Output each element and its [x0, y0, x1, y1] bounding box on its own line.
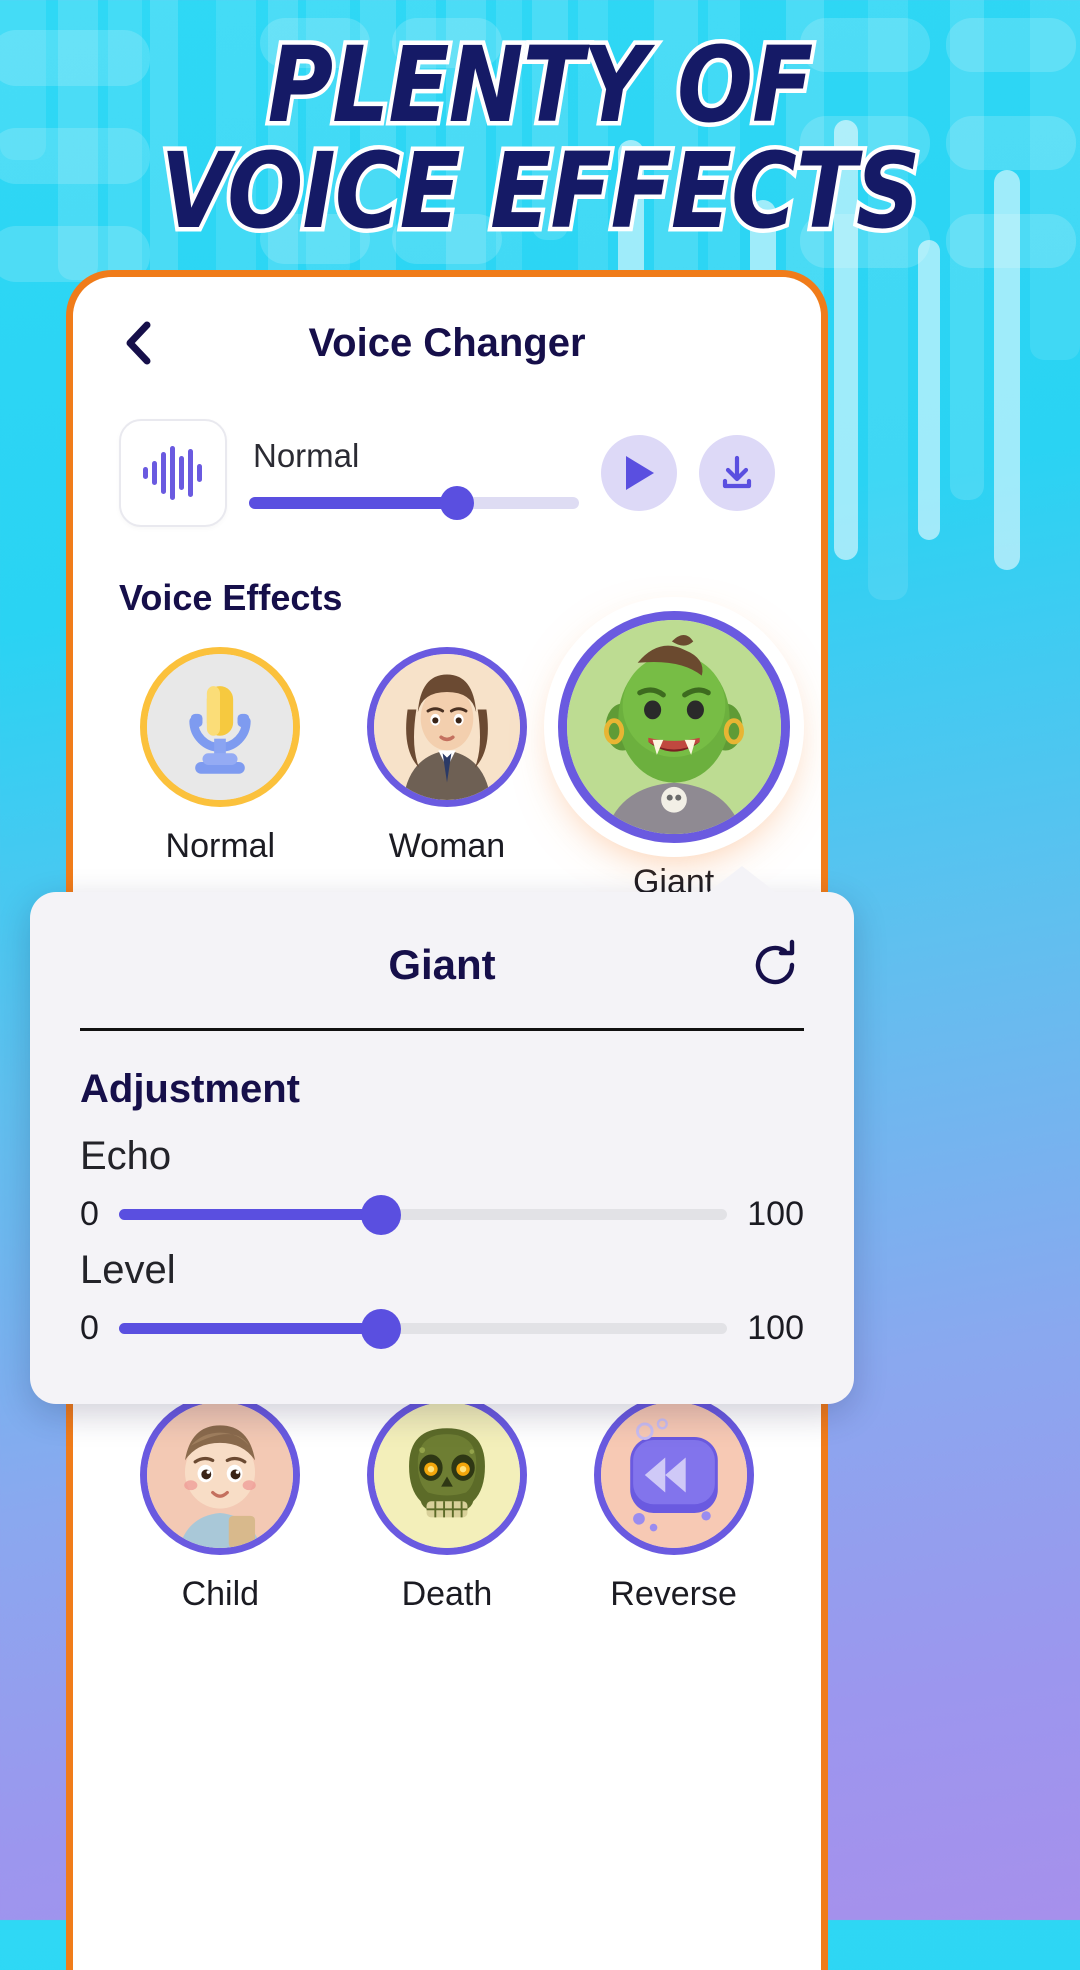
microphone-avatar[interactable] [140, 647, 301, 807]
echo-slider[interactable] [118, 1194, 728, 1235]
audio-waveform-icon [143, 446, 202, 500]
back-button[interactable] [115, 320, 161, 366]
giant-orc-avatar-icon [566, 620, 781, 834]
microphone-avatar-icon [147, 654, 294, 800]
adjustment-echo: Echo 0 100 [80, 1134, 804, 1235]
download-button[interactable] [699, 435, 775, 511]
play-icon [626, 456, 654, 490]
effect-item-reverse[interactable]: Reverse [560, 1395, 787, 1614]
waveform-button[interactable] [119, 419, 227, 527]
adjustment-label: Echo [80, 1134, 172, 1178]
sheet-divider [80, 1028, 804, 1031]
level-slider[interactable] [118, 1308, 728, 1349]
effect-item-giant[interactable]: Giant [557, 611, 790, 902]
effect-settings-sheet: Giant Adjustment Echo 0 100 Level 0 100 [30, 866, 854, 1404]
sheet-title: Giant [388, 941, 496, 988]
sheet-header: Giant [80, 926, 804, 1004]
effect-label: Death [401, 1575, 493, 1613]
playback-slider-fill [249, 497, 457, 509]
playback-slider-knob[interactable] [439, 486, 474, 520]
app-bar: Voice Changer [73, 277, 821, 409]
reset-button[interactable] [746, 936, 804, 994]
page-title: Voice Changer [308, 320, 586, 365]
effect-item-woman[interactable]: Woman [334, 647, 561, 902]
child-avatar-icon [147, 1402, 294, 1548]
effect-label: Normal [165, 827, 276, 865]
effect-label: Woman [388, 827, 506, 865]
adjustment-level: Level 0 100 [80, 1248, 804, 1349]
download-icon [722, 455, 752, 489]
adjustment-heading: Adjustment [80, 1067, 300, 1111]
adjustment-min: 0 [80, 1195, 99, 1233]
adjustment-label: Level [80, 1248, 176, 1292]
chevron-left-icon [126, 321, 151, 365]
echo-slider-knob[interactable] [360, 1194, 401, 1235]
reverse-avatar[interactable] [593, 1395, 754, 1555]
player-info: Normal [249, 437, 579, 520]
playback-slider[interactable] [249, 486, 579, 520]
echo-slider-fill [118, 1209, 381, 1220]
voice-effects-heading: Voice Effects [119, 577, 343, 618]
refresh-icon [755, 939, 795, 985]
effect-label: Child [181, 1575, 260, 1613]
giant-orc-avatar[interactable] [557, 611, 790, 843]
voice-effects-row-1: Normal Woman Giant [73, 611, 821, 902]
woman-avatar-icon [373, 654, 520, 800]
sheet-caret [706, 866, 778, 894]
skull-avatar[interactable] [366, 1395, 527, 1555]
effect-item-normal[interactable]: Normal [107, 647, 334, 902]
preset-label: Normal [253, 437, 360, 474]
reverse-avatar-icon [600, 1402, 747, 1548]
effect-label: Reverse [610, 1575, 737, 1613]
skull-avatar-icon [373, 1402, 520, 1548]
voice-effects-row-2: Child Death Reverse [73, 1395, 821, 1614]
player-row: Normal [73, 419, 821, 527]
adjustment-max: 100 [747, 1309, 804, 1347]
child-avatar[interactable] [140, 1395, 301, 1555]
play-button[interactable] [601, 435, 677, 511]
level-slider-fill [118, 1323, 381, 1334]
effect-item-death[interactable]: Death [334, 1395, 561, 1614]
woman-avatar[interactable] [366, 647, 527, 807]
adjustment-max: 100 [747, 1195, 804, 1233]
level-slider-knob[interactable] [360, 1308, 401, 1349]
effect-item-child[interactable]: Child [107, 1395, 334, 1614]
adjustment-min: 0 [80, 1309, 99, 1347]
